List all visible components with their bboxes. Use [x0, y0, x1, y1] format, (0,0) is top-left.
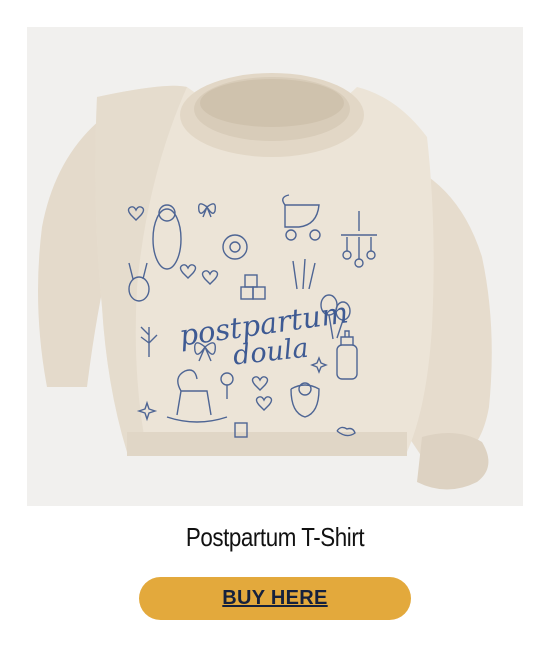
sweatshirt-illustration: postpartum doula [27, 27, 523, 506]
product-image: postpartum doula [27, 27, 523, 506]
buy-here-label: BUY HERE [222, 587, 328, 609]
product-title: Postpartum T-Shirt [185, 522, 365, 552]
buy-here-button[interactable]: BUY HERE [139, 577, 411, 620]
